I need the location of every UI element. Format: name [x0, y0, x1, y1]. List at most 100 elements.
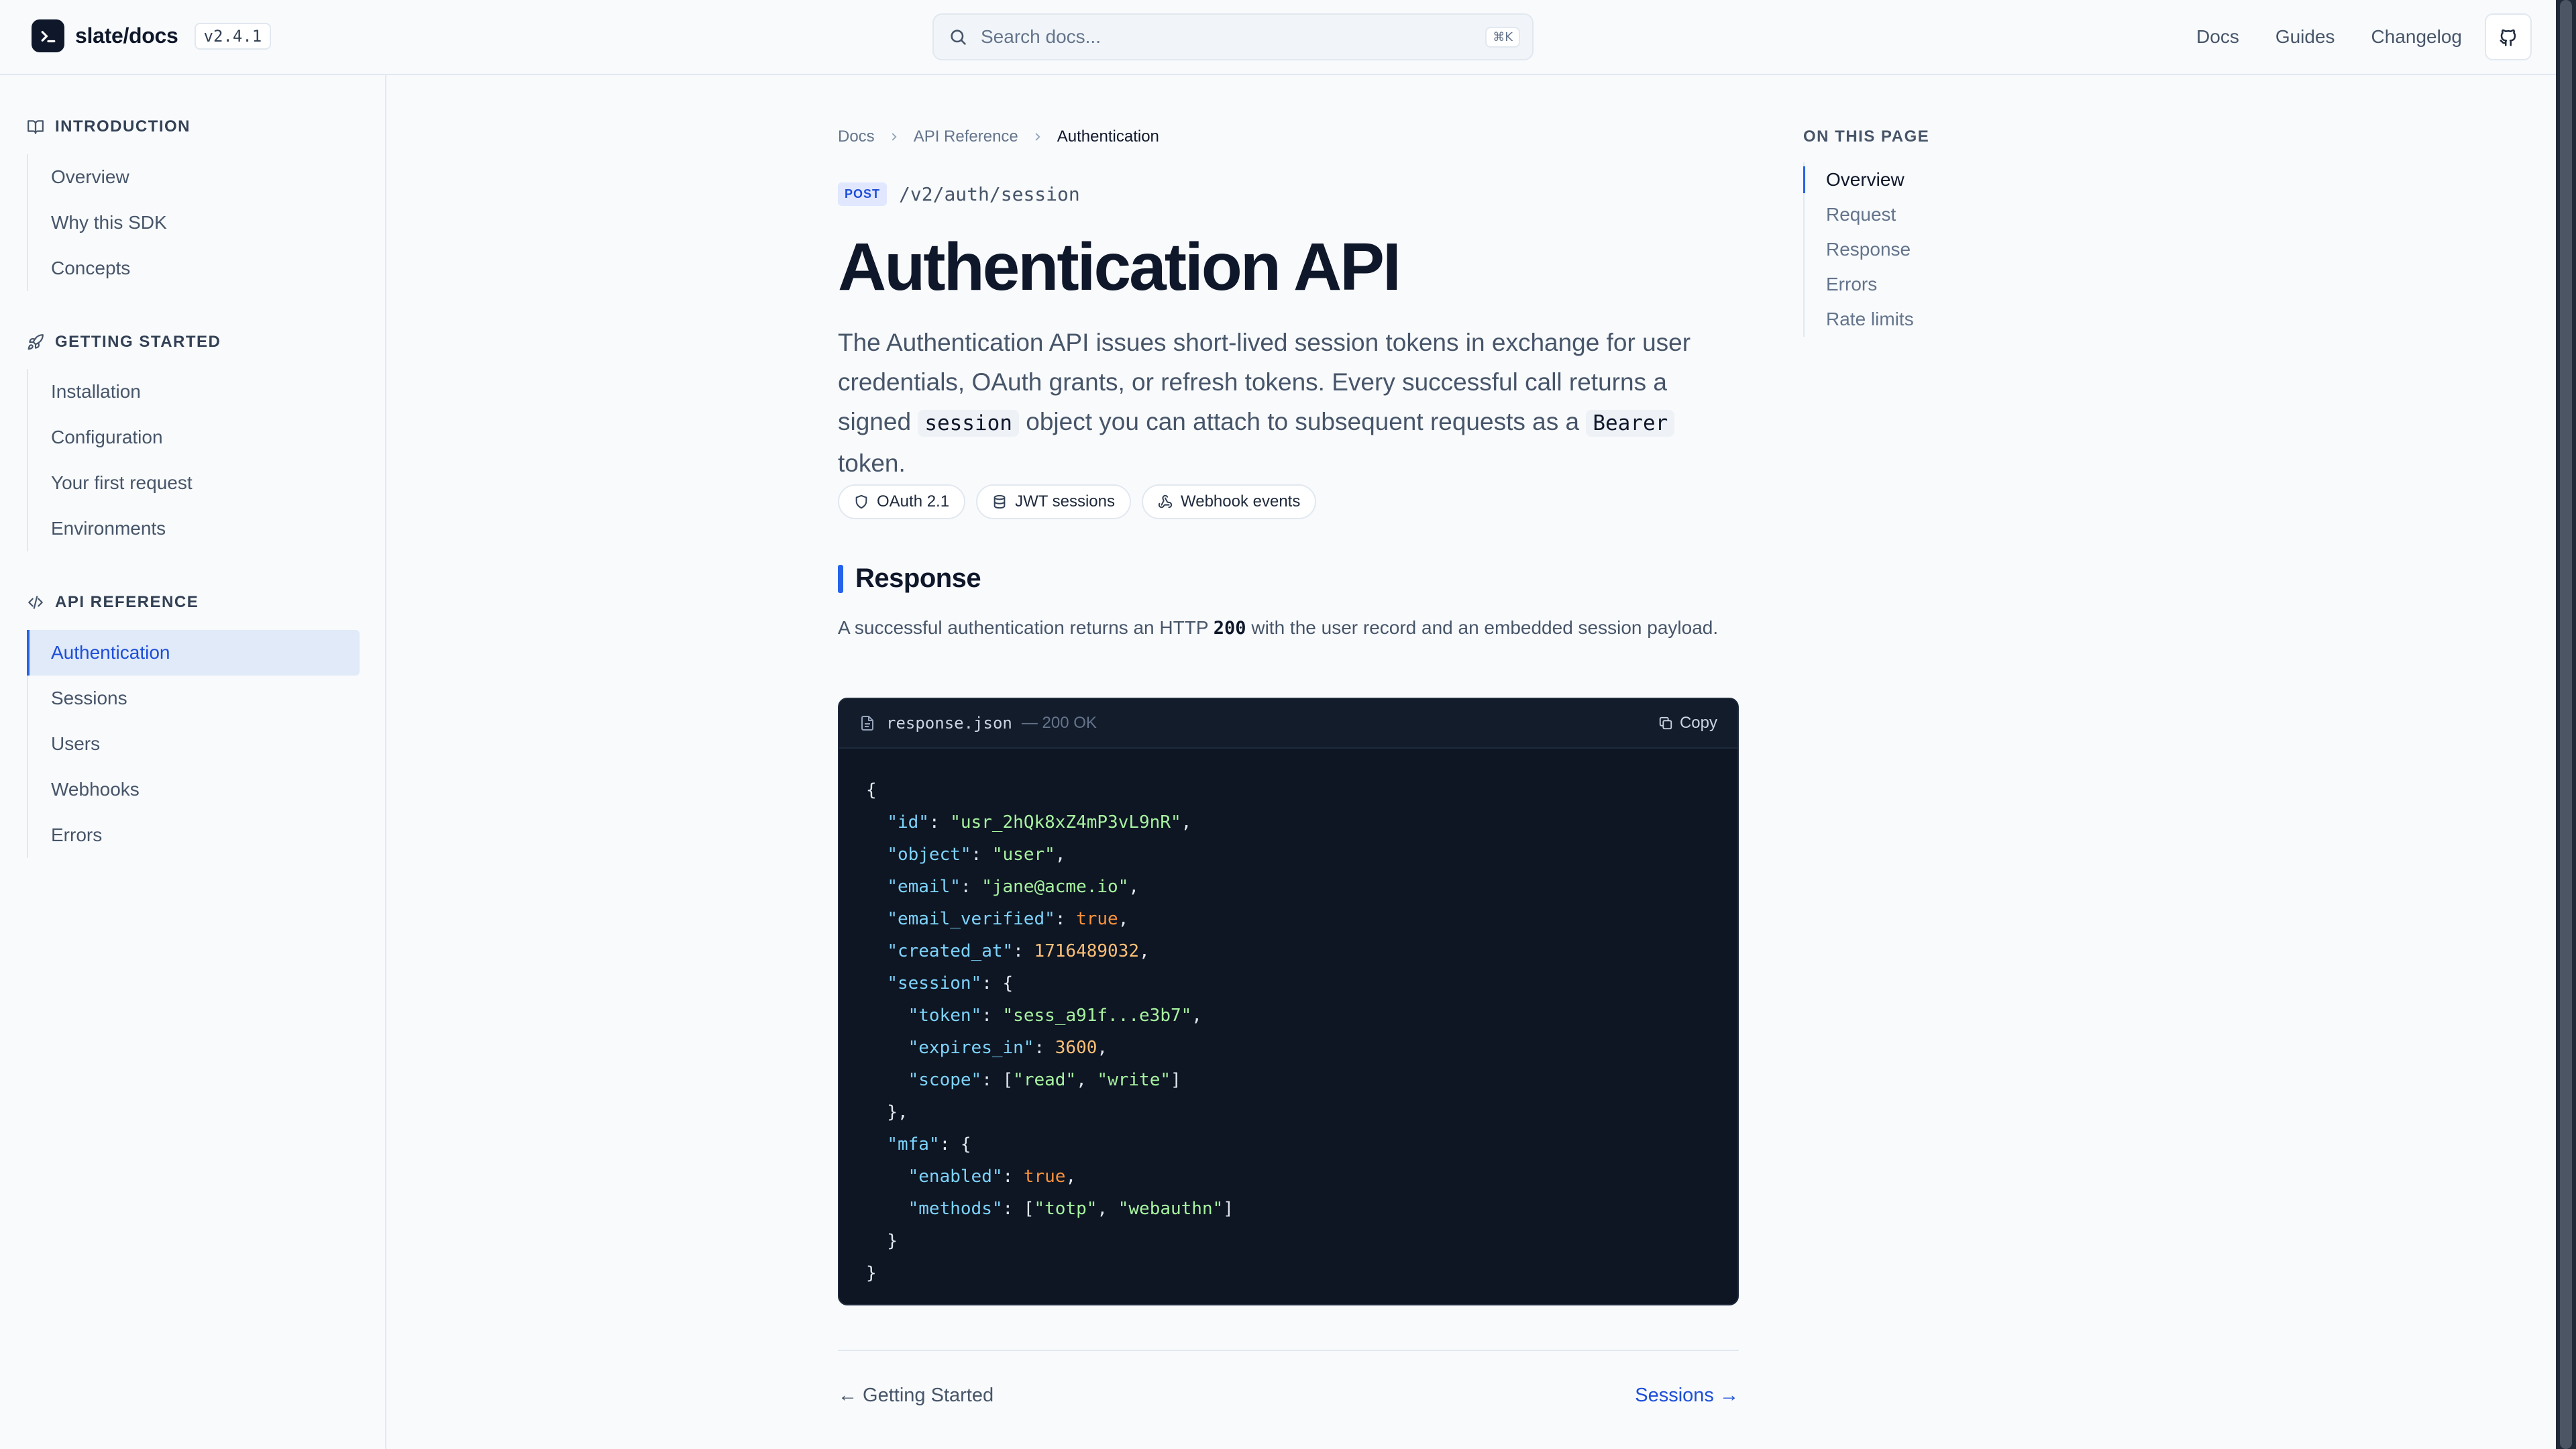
endpoint: POST /v2/auth/session [838, 182, 1080, 206]
code-block: response.json — 200 OK Copy { "id": "usr… [838, 698, 1739, 1305]
chip-oauth[interactable]: OAuth 2.1 [838, 484, 966, 519]
top-bar: slate/docs v2.4.1 ⌘K Docs Guides Changel… [0, 0, 2556, 75]
prev-page-link[interactable]: ← Getting Started [838, 1385, 994, 1407]
breadcrumb-api-reference[interactable]: API Reference [914, 127, 1018, 146]
json-mfa-enabled-value: true [1023, 1167, 1066, 1187]
code-status: — 200 OK [1021, 714, 1097, 732]
sidebar-item-concepts[interactable]: Concepts [28, 246, 360, 291]
sidebar-list-introduction: Overview Why this SDK Concepts [27, 154, 360, 291]
heading-accent-bar [838, 564, 843, 593]
sidebar-item-webhooks[interactable]: Webhooks [28, 767, 360, 812]
top-nav: Docs Guides Changelog [2196, 13, 2532, 60]
sidebar-item-authentication[interactable]: Authentication [27, 630, 360, 676]
nav-link-changelog[interactable]: Changelog [2371, 26, 2462, 48]
sidebar-section-title: INTRODUCTION [55, 117, 191, 136]
toc-title: ON THIS PAGE [1803, 127, 1930, 146]
toc-item-errors[interactable]: Errors [1805, 267, 2072, 302]
github-icon [2498, 27, 2518, 47]
json-email-verified-value: true [1076, 909, 1118, 929]
copy-label: Copy [1679, 714, 1717, 732]
sidebar-item-errors[interactable]: Errors [28, 812, 360, 858]
version-badge[interactable]: v2.4.1 [194, 22, 272, 50]
response-text: A successful authentication returns an H… [838, 617, 1214, 638]
shield-icon [854, 494, 877, 509]
next-page-link[interactable]: Sessions → [1635, 1385, 1739, 1407]
sidebar-section-api-reference: API REFERENCE [27, 593, 199, 612]
copy-button[interactable]: Copy [1658, 714, 1717, 733]
toc-item-rate-limits[interactable]: Rate limits [1805, 302, 2072, 337]
file-icon [859, 715, 875, 731]
nav-link-guides[interactable]: Guides [2275, 26, 2335, 48]
breadcrumb: Docs API Reference Authentication [838, 127, 1159, 146]
code-content: { "id": "usr_2hQk8xZ4mP3vL9nR", "object"… [866, 780, 1234, 1283]
search-input[interactable] [979, 25, 1486, 48]
response-description: A successful authentication returns an H… [838, 614, 1739, 642]
sidebar-section-title: API REFERENCE [55, 593, 199, 611]
book-icon [27, 118, 44, 136]
search-shortcut-badge: ⌘K [1485, 26, 1520, 48]
http-method-badge: POST [838, 182, 888, 206]
copy-icon [1658, 716, 1680, 731]
response-text: with the user record and an embedded ses… [1246, 617, 1719, 638]
sidebar: INTRODUCTION Overview Why this SDK Conce… [0, 75, 386, 1449]
code-filename: response.json [886, 714, 1012, 733]
chip-label: JWT sessions [1015, 492, 1115, 511]
scrollbar-thumb[interactable] [2560, 0, 2572, 1449]
chip-jwt-sessions[interactable]: JWT sessions [976, 484, 1131, 519]
search-box[interactable]: ⌘K [932, 13, 1534, 60]
sidebar-section-title: GETTING STARTED [55, 333, 221, 351]
response-heading-text: Response [855, 564, 981, 593]
pager: ← Getting Started Sessions → [838, 1350, 1739, 1407]
sidebar-item-sessions[interactable]: Sessions [28, 676, 360, 721]
sidebar-item-why-this-sdk[interactable]: Why this SDK [28, 200, 360, 246]
json-object-value: user [1002, 845, 1045, 865]
toc-list: Overview Request Response Errors Rate li… [1803, 162, 2072, 337]
json-email-value: jane@acme.io [991, 877, 1118, 897]
sidebar-item-environments[interactable]: Environments [28, 506, 360, 551]
chip-webhook-events[interactable]: Webhook events [1142, 484, 1317, 519]
feature-chips: OAuth 2.1 JWT sessions Webhook events [838, 484, 1327, 519]
response-heading: Response [838, 564, 981, 594]
toc-item-overview[interactable]: Overview [1803, 162, 2072, 197]
json-expires-in-value: 3600 [1055, 1038, 1097, 1058]
json-id-value: usr_2hQk8xZ4mP3vL9nR [960, 812, 1171, 833]
chevron-right-icon [888, 131, 900, 143]
sidebar-list-getting-started: Installation Configuration Your first re… [27, 369, 360, 551]
lead-text: object you can attach to subsequent requ… [1018, 408, 1587, 435]
sidebar-list-api-reference: Authentication Sessions Users Webhooks E… [27, 630, 360, 858]
chip-label: OAuth 2.1 [877, 492, 950, 511]
page-scrollbar[interactable] [2556, 0, 2576, 1449]
github-button[interactable] [2485, 13, 2532, 60]
json-token-value: sess_a91f...e3b7 [1013, 1006, 1181, 1026]
inline-code-200: 200 [1213, 618, 1246, 639]
chip-label: Webhook events [1181, 492, 1301, 511]
sidebar-section-introduction: INTRODUCTION [27, 117, 191, 136]
breadcrumb-current: Authentication [1057, 127, 1159, 146]
database-icon [992, 494, 1015, 509]
lead-text: token. [838, 449, 906, 477]
json-scope-read: read [1023, 1070, 1066, 1090]
brand[interactable]: slate/docs v2.4.1 [32, 19, 272, 52]
search-icon [949, 28, 967, 46]
sidebar-item-users[interactable]: Users [28, 721, 360, 767]
breadcrumb-docs[interactable]: Docs [838, 127, 875, 146]
sidebar-item-overview[interactable]: Overview [28, 154, 360, 200]
sidebar-item-configuration[interactable]: Configuration [28, 415, 360, 460]
webhook-icon [1158, 494, 1181, 509]
inline-code-session: session [918, 410, 1019, 437]
page-title: Authentication API [838, 229, 1401, 305]
inline-code-bearer: Bearer [1586, 410, 1675, 437]
sidebar-item-your-first-request[interactable]: Your first request [28, 460, 360, 506]
code-icon [27, 594, 44, 611]
brand-name: slate/docs [75, 23, 178, 48]
sidebar-item-installation[interactable]: Installation [28, 369, 360, 415]
json-scope-write: write [1108, 1070, 1161, 1090]
sidebar-section-getting-started: GETTING STARTED [27, 333, 221, 352]
terminal-logo-icon [32, 19, 64, 52]
json-method-totp: totp [1044, 1199, 1087, 1219]
nav-link-docs[interactable]: Docs [2196, 26, 2239, 48]
endpoint-path: /v2/auth/session [899, 183, 1080, 205]
toc-item-request[interactable]: Request [1805, 197, 2072, 232]
table-of-contents: ON THIS PAGE Overview Request Response E… [1803, 127, 2072, 337]
toc-item-response[interactable]: Response [1805, 232, 2072, 267]
